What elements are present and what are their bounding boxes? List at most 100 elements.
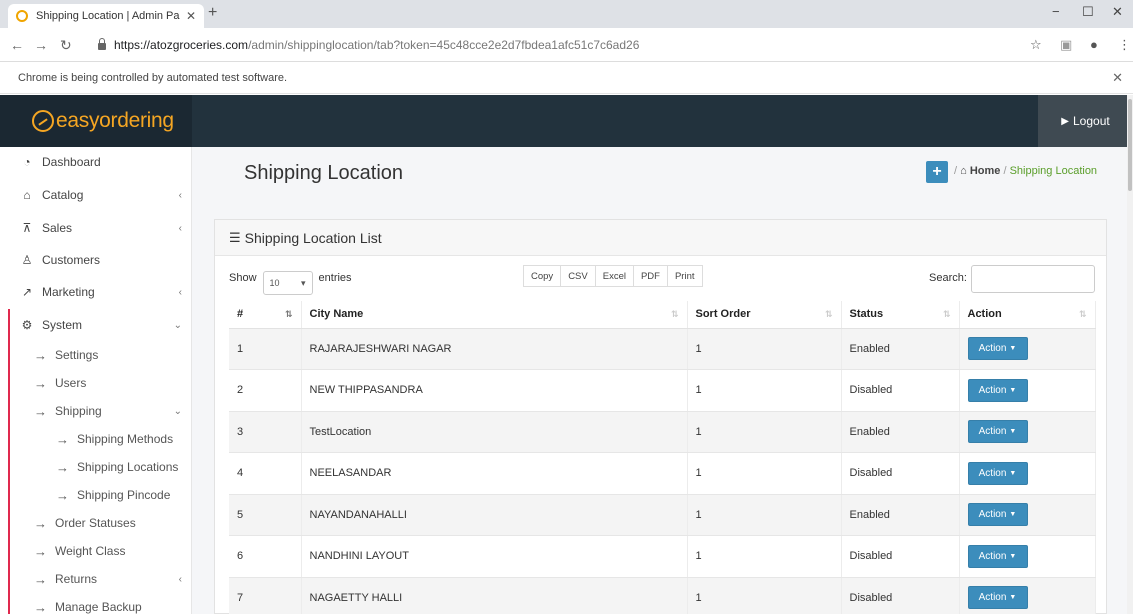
sidebar-item-catalog[interactable]: ⌂ Catalog ‹ xyxy=(0,181,192,209)
csv-button[interactable]: CSV xyxy=(561,265,596,287)
sidebar-item-sales[interactable]: ⊼ Sales ‹ xyxy=(0,214,192,242)
sidebar-subitem-weight-class[interactable]: → Weight Class xyxy=(0,537,192,565)
scrollbar-thumb[interactable] xyxy=(1128,99,1132,191)
sidebar-subitem-shipping-methods[interactable]: → Shipping Methods xyxy=(0,425,192,453)
row-number: 2 xyxy=(229,369,302,412)
sidebar-item-customers[interactable]: ♙ Customers xyxy=(0,246,192,274)
action-dropdown-button[interactable]: Action ▼ xyxy=(967,503,1028,527)
chevron-down-icon: ⌄ xyxy=(173,319,182,331)
column-header-sort-order[interactable]: Sort Order ⇅ xyxy=(687,301,842,329)
infobar-close-icon[interactable]: ✕ xyxy=(1112,70,1123,86)
column-header-number[interactable]: # ⇅ xyxy=(229,301,302,329)
search-input[interactable] xyxy=(971,265,1095,293)
status-cell: Disabled xyxy=(841,369,960,412)
arrow-right-icon: → xyxy=(34,347,47,363)
page-scrollbar[interactable] xyxy=(1127,95,1133,614)
column-header-action[interactable]: Action ⇅ xyxy=(959,301,1096,329)
sidebar-item-marketing[interactable]: ↗ Marketing ‹ xyxy=(0,278,192,306)
new-tab-icon[interactable]: + xyxy=(208,4,217,22)
chevron-left-icon: ‹ xyxy=(178,189,182,201)
sidebar-item-dashboard[interactable]: ◔ Dashboard xyxy=(0,148,192,176)
page-length-control: Show 10 ▾ entries xyxy=(229,266,352,295)
sidebar-subitem-shipping-pincode[interactable]: → Shipping Pincode xyxy=(0,481,192,509)
sidebar-subitem-manage-backup[interactable]: → Manage Backup xyxy=(0,593,192,614)
breadcrumb-home[interactable]: ⌂ Home xyxy=(960,165,1000,177)
logo[interactable]: easyordering xyxy=(0,95,192,147)
show-label: Show xyxy=(229,272,257,284)
caret-down-icon: ▼ xyxy=(1009,428,1017,436)
sidebar-item-label: Sales xyxy=(42,221,73,235)
chevron-down-icon: ⌄ xyxy=(173,405,182,417)
sidebar-item-system[interactable]: ⚙ System ⌄ xyxy=(0,311,192,339)
extension-icon[interactable]: ▣ xyxy=(1060,37,1072,53)
sort-icon: ⇅ xyxy=(670,309,679,319)
arrow-right-icon: → xyxy=(34,403,47,419)
action-dropdown-button[interactable]: Action ▼ xyxy=(967,378,1028,402)
sidebar-subitem-label: Manage Backup xyxy=(55,600,142,614)
logout-label: Logout xyxy=(1073,114,1110,128)
logout-button[interactable]: ▶ Logout xyxy=(1038,95,1133,147)
profile-icon[interactable]: ● xyxy=(1090,37,1098,52)
pdf-button[interactable]: PDF xyxy=(633,265,668,287)
caret-down-icon: ▼ xyxy=(1009,345,1017,353)
tag-icon: ⌂ xyxy=(23,188,31,202)
page-title: Shipping Location xyxy=(244,162,404,184)
column-header-status[interactable]: Status ⇅ xyxy=(841,301,960,329)
sidebar-subitem-shipping-locations[interactable]: → Shipping Locations xyxy=(0,453,192,481)
forward-icon[interactable]: → xyxy=(34,37,48,53)
table-row: 2 NEW THIPPASANDRA 1 Disabled Action ▼ xyxy=(229,369,1096,412)
maximize-icon[interactable]: ☐ xyxy=(1082,4,1094,20)
panel-title: Shipping Location List xyxy=(244,229,382,246)
dashboard-icon: ◔ xyxy=(23,155,31,169)
excel-button[interactable]: Excel xyxy=(595,265,634,287)
sidebar-subitem-returns[interactable]: → Returns ‹ xyxy=(0,565,192,593)
sidebar-subitem-users[interactable]: → Users xyxy=(0,369,192,397)
arrow-right-icon: → xyxy=(56,431,69,447)
sidebar-subitem-shipping[interactable]: → Shipping ⌄ xyxy=(0,397,192,425)
row-number: 5 xyxy=(229,494,302,536)
url-input[interactable]: https://atozgroceries.com/admin/shipping… xyxy=(88,33,1048,57)
action-dropdown-button[interactable]: Action ▼ xyxy=(967,337,1028,361)
action-dropdown-button[interactable]: Action ▼ xyxy=(967,586,1028,610)
tab-close-icon[interactable]: ✕ xyxy=(186,9,196,23)
sidebar-subitem-settings[interactable]: → Settings xyxy=(0,341,192,369)
city-name-cell: NAGAETTY HALLI xyxy=(301,577,688,614)
browser-menu-icon[interactable]: ⋮ xyxy=(1118,37,1131,53)
column-header-city-name[interactable]: City Name ⇅ xyxy=(301,301,688,329)
search-label: Search: xyxy=(929,272,967,284)
table-row: 4 NEELASANDAR 1 Disabled Action ▼ xyxy=(229,452,1096,495)
breadcrumb: / ⌂ Home / Shipping Location xyxy=(954,165,1098,177)
city-name-cell: NANDHINI LAYOUT xyxy=(301,535,688,578)
add-location-button[interactable]: + xyxy=(926,161,948,183)
table-row: 5 NAYANDANAHALLI 1 Enabled Action ▼ xyxy=(229,494,1096,536)
sidebar-item-label: Marketing xyxy=(42,285,95,299)
sort-order-cell: 1 xyxy=(687,411,842,453)
sidebar-subitem-label: Settings xyxy=(55,348,99,362)
copy-button[interactable]: Copy xyxy=(523,265,562,287)
site-favicon-icon xyxy=(16,10,28,22)
action-dropdown-button[interactable]: Action ▼ xyxy=(967,544,1028,568)
tab-title: Shipping Location | Admin Panel xyxy=(36,10,180,22)
sidebar-subitem-order-statuses[interactable]: → Order Statuses xyxy=(0,509,192,537)
row-number: 3 xyxy=(229,411,302,453)
entries-select[interactable]: 10 ▾ xyxy=(262,271,313,295)
entries-value: 10 xyxy=(269,278,280,288)
minimize-icon[interactable]: − xyxy=(1052,4,1060,19)
browser-tab[interactable]: Shipping Location | Admin Panel ✕ xyxy=(8,4,204,28)
reload-icon[interactable]: ↻ xyxy=(60,37,72,54)
action-dropdown-button[interactable]: Action ▼ xyxy=(967,420,1028,444)
app-header: easyordering ▶ Logout xyxy=(0,95,1133,147)
lock-icon xyxy=(98,37,106,50)
cart-icon: ⊼ xyxy=(22,221,32,235)
caret-down-icon: ▼ xyxy=(1009,552,1017,560)
bookmark-star-icon[interactable]: ☆ xyxy=(1030,37,1042,53)
back-icon[interactable]: ← xyxy=(10,37,24,53)
chevron-left-icon: ‹ xyxy=(178,222,182,234)
print-button[interactable]: Print xyxy=(667,265,703,287)
browser-tab-bar: Shipping Location | Admin Panel ✕ + − ☐ … xyxy=(0,0,1133,28)
action-dropdown-button[interactable]: Action ▼ xyxy=(967,461,1028,485)
shipping-location-panel: ☰ Shipping Location List Show 10 ▾ entri… xyxy=(214,219,1107,614)
home-icon: ⌂ xyxy=(960,165,967,177)
city-name-cell: NAYANDANAHALLI xyxy=(301,494,688,536)
window-close-icon[interactable]: ✕ xyxy=(1112,4,1123,20)
